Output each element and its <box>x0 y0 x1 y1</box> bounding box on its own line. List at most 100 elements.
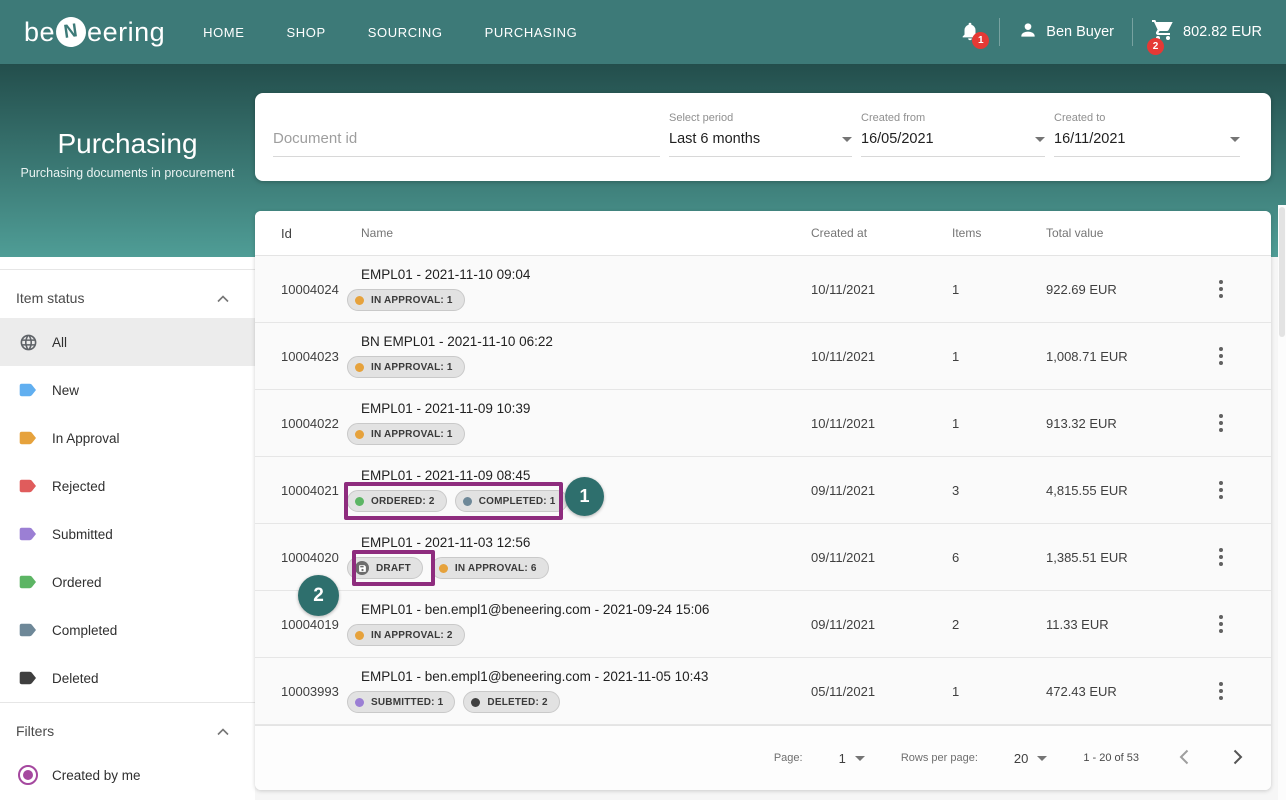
row-items: 2 <box>952 616 960 632</box>
row-total: 11.33 EUR <box>1046 616 1109 632</box>
tag-icon <box>18 383 38 398</box>
row-total: 1,385.51 EUR <box>1046 549 1128 565</box>
table-row[interactable]: 10004020 EMPL01 - 2021-11-03 12:56 DRAFT… <box>255 524 1271 591</box>
prev-page-button[interactable] <box>1175 745 1193 772</box>
cart-icon-wrap: 2 <box>1147 18 1175 55</box>
row-total: 922.69 EUR <box>1046 281 1117 297</box>
status-badge-label: COMPLETED: 1 <box>478 495 556 507</box>
period-value: Last 6 months <box>669 131 761 147</box>
logo[interactable]: be N eering <box>24 15 165 49</box>
row-name: EMPL01 - 2021-11-03 12:56 <box>361 535 531 550</box>
row-id: 10004023 <box>281 348 339 364</box>
divider <box>999 18 1001 46</box>
table-row[interactable]: 10004023 BN EMPL01 - 2021-11-10 06:22 IN… <box>255 323 1271 390</box>
status-badge: IN APPROVAL: 2 <box>347 624 465 646</box>
table-row[interactable]: 10004019 EMPL01 - ben.empl1@beneering.co… <box>255 591 1271 658</box>
nav-item-purchasing[interactable]: PURCHASING <box>485 25 578 40</box>
row-id: 10004019 <box>281 616 339 632</box>
sidebar-item-in-approval[interactable]: In Approval <box>0 414 255 462</box>
sidebar-item-label: New <box>52 382 80 398</box>
documents-table: Id Name Created at Items Total value 100… <box>255 211 1271 790</box>
tag-icon <box>18 479 38 494</box>
row-name-cell: EMPL01 - 2021-11-03 12:56 DRAFT IN APPROV… <box>347 535 811 579</box>
save-icon <box>355 561 369 575</box>
status-badge-label: IN APPROVAL: 1 <box>371 428 453 440</box>
item-status-section-header[interactable]: Item status <box>0 270 255 318</box>
document-id-field <box>273 124 660 157</box>
next-page-button[interactable] <box>1229 745 1247 772</box>
row-menu-button[interactable] <box>1213 475 1229 505</box>
topbar: be N eering HOME SHOP SOURCING PURCHASING 1… <box>0 0 1286 64</box>
row-badges: ORDERED: 2 COMPLETED: 1 <box>347 490 811 512</box>
row-name: EMPL01 - 2021-11-10 09:04 <box>361 267 531 282</box>
sidebar-item-submitted[interactable]: Submitted <box>0 510 255 558</box>
nav-item-sourcing[interactable]: SOURCING <box>368 25 443 40</box>
sidebar-item-label: In Approval <box>52 430 120 446</box>
status-badge-label: SUBMITTED: 1 <box>371 696 444 708</box>
created-to-select[interactable]: Created to 16/11/2021 <box>1054 112 1240 157</box>
chevron-down-icon <box>842 136 852 142</box>
column-header-id: Id <box>281 225 292 241</box>
row-menu-button[interactable] <box>1213 542 1229 572</box>
row-menu-button[interactable] <box>1213 408 1229 438</box>
column-header-items: Items <box>952 226 982 240</box>
row-badges: DRAFT IN APPROVAL: 6 <box>347 557 811 579</box>
row-menu-button[interactable] <box>1213 341 1229 371</box>
sidebar-item-label: Completed <box>52 622 118 638</box>
cart-button[interactable]: 2 802.82 EUR <box>1147 18 1262 55</box>
row-items: 1 <box>952 415 960 431</box>
status-dot <box>355 630 364 640</box>
filter-bar: Select period Last 6 months Created from… <box>255 93 1271 181</box>
status-badge-label: DELETED: 2 <box>487 696 548 708</box>
row-name-cell: EMPL01 - 2021-11-10 09:04 IN APPROVAL: 1 <box>347 267 811 311</box>
page-select[interactable]: 1 <box>839 751 865 766</box>
chevron-left-icon <box>1179 749 1189 768</box>
filter-created-by-me[interactable]: Created by me <box>0 751 255 799</box>
user-menu-button[interactable]: Ben Buyer <box>1018 20 1114 44</box>
row-menu-button[interactable] <box>1213 676 1229 706</box>
period-select[interactable]: Select period Last 6 months <box>669 112 852 157</box>
sidebar-item-deleted[interactable]: Deleted <box>0 654 255 702</box>
status-badge: ORDERED: 2 <box>347 490 447 512</box>
notifications-button[interactable]: 1 <box>959 20 990 49</box>
filters-section-header[interactable]: Filters <box>0 703 255 751</box>
row-id: 10004020 <box>281 549 339 565</box>
pagination-bar: Page: 1 Rows per page: 20 1 - 20 of 53 <box>255 725 1271 790</box>
status-dot <box>355 429 364 439</box>
created-to-label: Created to <box>1054 112 1106 124</box>
row-menu-button[interactable] <box>1213 609 1229 639</box>
table-body: 10004024 EMPL01 - 2021-11-10 09:04 IN AP… <box>255 256 1271 725</box>
row-created-at: 10/11/2021 <box>811 415 876 431</box>
row-created-at: 10/11/2021 <box>811 281 876 297</box>
status-dot <box>471 697 481 707</box>
row-name: BN EMPL01 - 2021-11-10 06:22 <box>361 334 553 349</box>
chevron-up-icon <box>217 290 229 306</box>
sidebar-item-rejected[interactable]: Rejected <box>0 462 255 510</box>
row-id: 10004022 <box>281 415 339 431</box>
sidebar-item-new[interactable]: New <box>0 366 255 414</box>
table-row[interactable]: 10004021 EMPL01 - 2021-11-09 08:45 ORDER… <box>255 457 1271 524</box>
created-by-me-radio[interactable] <box>18 765 38 785</box>
created-from-select[interactable]: Created from 16/05/2021 <box>861 112 1045 157</box>
row-menu-button[interactable] <box>1213 274 1229 304</box>
sidebar-item-all[interactable]: All <box>0 318 255 366</box>
chevron-up-icon <box>217 723 229 739</box>
scrollbar[interactable] <box>1278 205 1286 800</box>
logo-emblem: N <box>54 15 88 49</box>
table-row[interactable]: 10004024 EMPL01 - 2021-11-10 09:04 IN AP… <box>255 256 1271 323</box>
nav-item-home[interactable]: HOME <box>203 25 244 40</box>
table-row[interactable]: 10003993 EMPL01 - ben.empl1@beneering.co… <box>255 658 1271 725</box>
table-row[interactable]: 10004022 EMPL01 - 2021-11-09 10:39 IN AP… <box>255 390 1271 457</box>
status-dot <box>462 496 472 506</box>
item-status-list: All New In Approval Rejected Submitted Ordere… <box>0 318 255 702</box>
rows-per-page-select[interactable]: 20 <box>1014 751 1048 766</box>
sidebar-item-label: Submitted <box>52 526 113 542</box>
page-value: 1 <box>838 750 846 766</box>
row-created-at: 09/11/2021 <box>811 616 876 632</box>
nav-item-shop[interactable]: SHOP <box>287 25 326 40</box>
sidebar-item-completed[interactable]: Completed <box>0 606 255 654</box>
sidebar-item-ordered[interactable]: Ordered <box>0 558 255 606</box>
document-id-input[interactable] <box>273 124 660 157</box>
tag-icon <box>18 431 38 446</box>
row-badges: IN APPROVAL: 1 <box>347 423 811 445</box>
